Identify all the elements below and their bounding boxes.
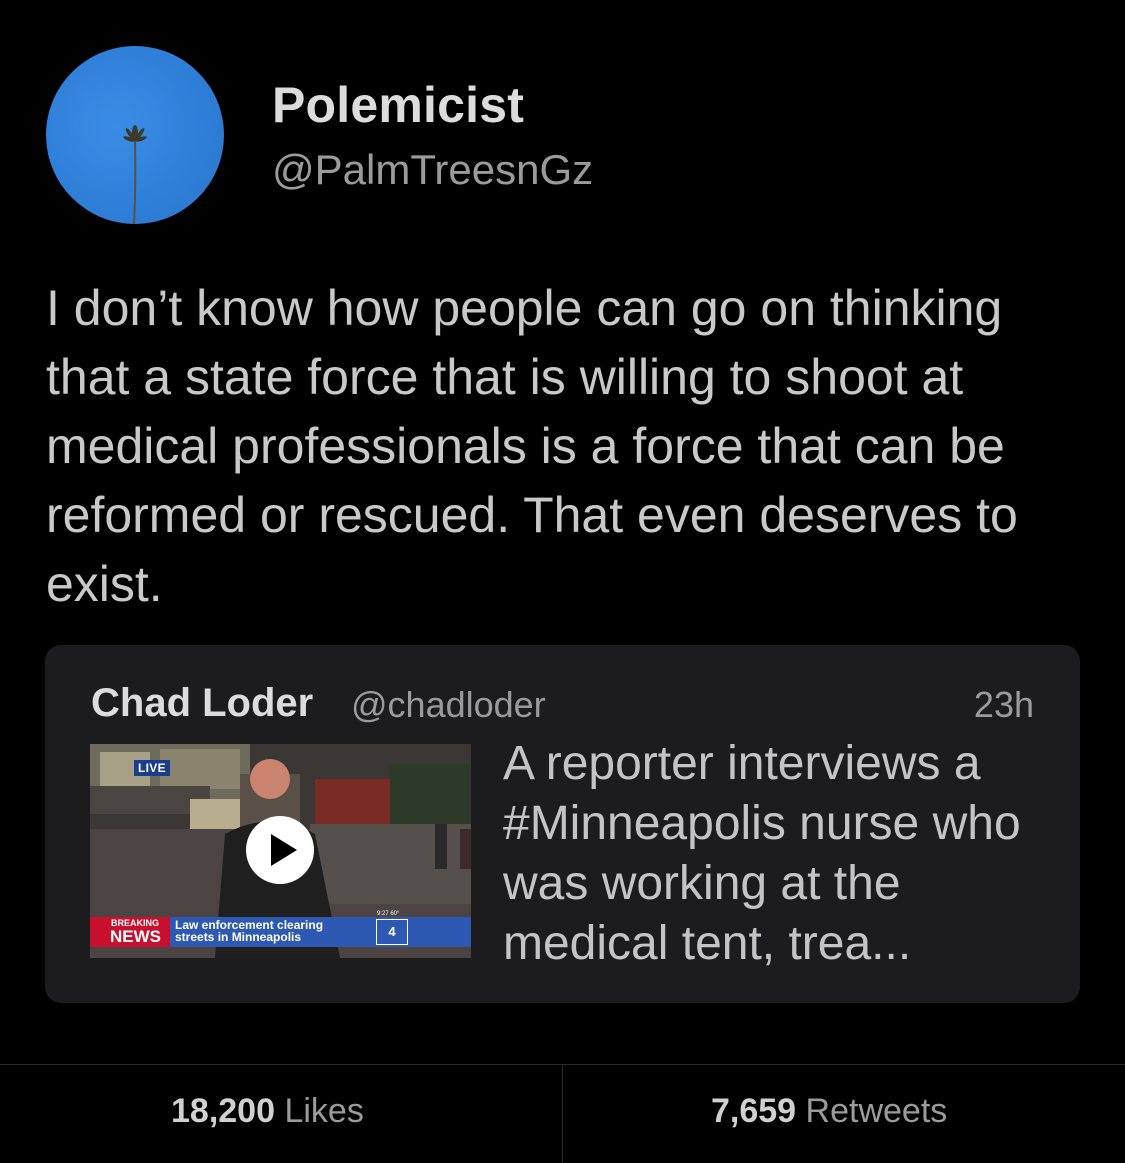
station-logo-icon: 4	[376, 919, 408, 945]
author-handle[interactable]: @PalmTreesnGz	[272, 146, 593, 194]
live-badge: LIVE	[134, 760, 170, 776]
author-avatar[interactable]	[46, 46, 224, 224]
retweets-count: 7,659	[711, 1092, 797, 1130]
author-display-name[interactable]: Polemicist	[272, 76, 524, 134]
chyron-line-2: streets in Minneapolis	[175, 930, 302, 944]
quoted-author-handle: @chadloder	[351, 684, 546, 725]
news-label: NEWS	[110, 927, 161, 946]
play-icon[interactable]	[246, 816, 314, 884]
tweet-text: I don’t know how people can go on thinki…	[46, 280, 1018, 612]
stats-column-divider	[562, 1064, 563, 1163]
likes-stat[interactable]: 18,200 Likes	[171, 1092, 364, 1131]
retweets-stat[interactable]: 7,659 Retweets	[711, 1092, 947, 1131]
breaking-news-banner: BREAKING NEWS	[90, 917, 170, 947]
quoted-tweet-text: A reporter interviews a #Minneapolis nur…	[503, 737, 1021, 970]
retweets-label: Retweets	[805, 1092, 948, 1130]
likes-count: 18,200	[171, 1092, 275, 1130]
likes-label: Likes	[284, 1092, 364, 1130]
quoted-author-name: Chad Loder	[91, 681, 314, 725]
quoted-tweet-time: 23h	[973, 684, 1034, 725]
quoted-tweet-card[interactable]: Chad Loder @chadloder 23h LIVE BREAKING …	[45, 645, 1080, 1003]
news-chyron: Law enforcement clearing streets in Minn…	[170, 911, 471, 947]
palm-tree-icon	[123, 125, 147, 224]
video-thumbnail[interactable]: LIVE BREAKING NEWS Law enforcement clear…	[90, 744, 471, 958]
